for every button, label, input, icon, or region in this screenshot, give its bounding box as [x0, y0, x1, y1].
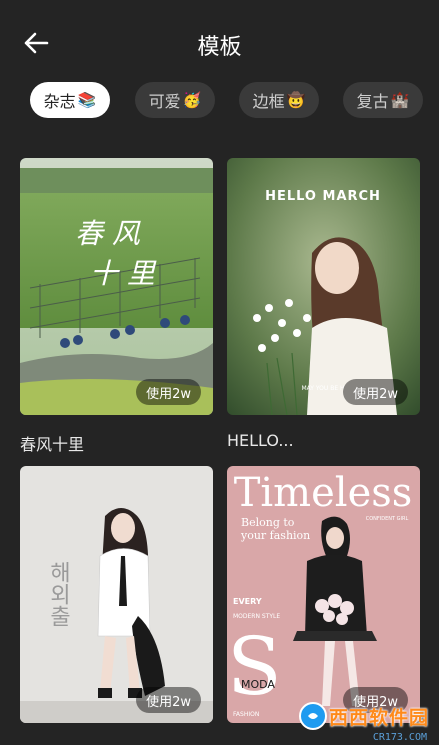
watermark-logo-icon [298, 702, 327, 730]
chip-label: 复古 [356, 92, 389, 111]
watermark-text: 西西软件园 [328, 706, 429, 729]
poster-text: 해외출 [46, 561, 71, 627]
chip-magazine[interactable]: 杂志 📚 [30, 82, 110, 118]
poster-subtext: Belong to [241, 516, 295, 529]
svg-text:MODERN STYLE: MODERN STYLE [233, 613, 280, 620]
poster-text: Timeless [234, 470, 413, 516]
svg-text:S: S [227, 620, 282, 713]
chip-border[interactable]: 边框 🤠 [239, 82, 319, 118]
usage-badge: 使用2w [343, 379, 408, 405]
svg-text:EVERY: EVERY [233, 597, 262, 606]
chip-label: 边框 [252, 92, 285, 111]
category-chips: 杂志 📚 可爱 🥳 边框 🤠 复古 🏰 [0, 82, 439, 120]
cowboy-face-icon: 🤠 [286, 91, 306, 109]
watermark: 西西软件园 [298, 701, 429, 731]
chip-label: 杂志 [43, 92, 76, 111]
template-card-hello[interactable]: HELLO MARCH MAY YOU BE H 使用2w [227, 158, 420, 415]
template-card-korean[interactable]: 해외출 使用2w [20, 466, 213, 723]
books-icon: 📚 [77, 91, 97, 109]
usage-badge: 使用2w [136, 687, 201, 713]
template-card-timeless[interactable]: Timeless Belong to your fashion CONFIDEN… [227, 466, 420, 723]
party-face-icon: 🥳 [182, 91, 202, 109]
page-title: 模板 [197, 35, 242, 60]
chip-label: 可爱 [148, 92, 181, 111]
svg-text:your fashion: your fashion [240, 529, 310, 542]
svg-text:十 里: 十 里 [90, 257, 157, 290]
template-card-spring[interactable]: 春 风 十 里 使用2w [20, 158, 213, 415]
template-thumbnail: Timeless Belong to your fashion CONFIDEN… [227, 466, 420, 723]
castle-icon: 🏰 [390, 91, 410, 109]
poster-text: HELLO MARCH [265, 189, 381, 204]
template-thumbnail: 해외출 [20, 466, 213, 723]
template-name: 春风十里 [20, 435, 85, 454]
usage-badge: 使用2w [136, 379, 201, 405]
template-thumbnail: 春 风 十 里 [20, 158, 213, 415]
template-thumbnail: HELLO MARCH MAY YOU BE H [227, 158, 420, 415]
template-name: HELLO... [227, 431, 294, 450]
watermark-url: CR173.COM [372, 732, 427, 743]
chip-retro[interactable]: 复古 🏰 [343, 82, 423, 118]
poster-subtext: MAY YOU BE H [301, 385, 344, 392]
top-bar: 模板 [0, 0, 439, 84]
chip-cute[interactable]: 可爱 🥳 [135, 82, 215, 118]
svg-text:FASHION: FASHION [233, 711, 259, 718]
poster-text: 春 风 [75, 217, 141, 250]
svg-text:CONFIDENT GIRL: CONFIDENT GIRL [366, 516, 409, 522]
svg-text:MODA: MODA [241, 678, 275, 691]
